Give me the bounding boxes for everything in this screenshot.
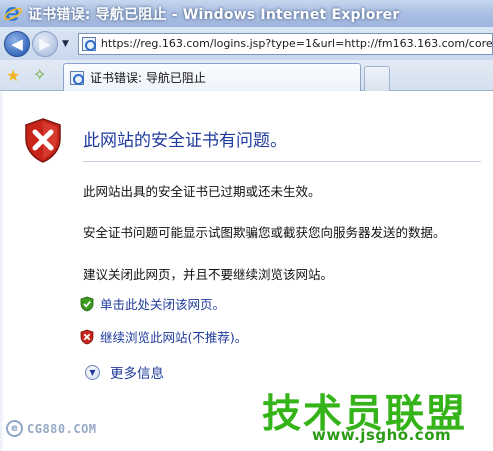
- page-icon: [70, 70, 84, 85]
- close-page-option[interactable]: 单击此处关闭该网页。: [80, 294, 225, 313]
- navigation-bar: ◀ ▶ ▼ https://reg.163.com/logins.jsp?typ…: [0, 27, 493, 60]
- divider: [83, 161, 481, 162]
- more-info-toggle[interactable]: ▼ 更多信息: [85, 362, 164, 382]
- address-url[interactable]: https://reg.163.com/logins.jsp?type=1&ur…: [101, 37, 492, 50]
- ie-logo-icon: [3, 4, 23, 24]
- add-favorites-icon[interactable]: ✧: [33, 65, 46, 84]
- window-title: 证书错误: 导航已阻止 - Windows Internet Explorer: [28, 6, 400, 23]
- red-shield-x-icon: [80, 329, 94, 345]
- back-arrow-icon: ◀: [11, 34, 23, 53]
- tab-certificate-error[interactable]: 证书错误: 导航已阻止: [63, 63, 361, 91]
- new-tab-button[interactable]: [364, 66, 390, 91]
- watermark-left: e CG880.COM: [6, 420, 97, 437]
- continue-option[interactable]: 继续浏览此网站(不推荐)。: [80, 327, 247, 346]
- page-title: 此网站的安全证书有问题。: [83, 131, 287, 151]
- page-icon: [81, 36, 96, 51]
- tab-label: 证书错误: 导航已阻止: [90, 71, 206, 85]
- continue-link[interactable]: 继续浏览此网站(不推荐)。: [100, 327, 247, 346]
- chevron-down-icon: ▼: [85, 364, 100, 380]
- address-bar[interactable]: https://reg.163.com/logins.jsp?type=1&ur…: [77, 32, 493, 55]
- watermark-logo-icon: e: [6, 420, 23, 437]
- recent-pages-dropdown[interactable]: ▼: [62, 39, 69, 49]
- paragraph-expired: 此网站出具的安全证书已过期或还未生效。: [83, 184, 321, 199]
- close-page-link[interactable]: 单击此处关闭该网页。: [100, 294, 225, 313]
- red-shield-x-icon: [22, 117, 64, 164]
- more-info-label: 更多信息: [110, 366, 164, 382]
- paragraph-recommendation: 建议关闭此网页，并且不要继续浏览该网站。: [83, 267, 334, 282]
- watermark-url: www.jsgho.com: [312, 426, 452, 444]
- watermark-left-text: CG880.COM: [27, 421, 97, 436]
- forward-arrow-icon: ▶: [39, 34, 51, 53]
- green-shield-check-icon: [80, 296, 94, 312]
- forward-button[interactable]: ▶: [32, 30, 58, 57]
- window-title-bar[interactable]: 证书错误: 导航已阻止 - Windows Internet Explorer: [0, 0, 493, 27]
- paragraph-risk: 安全证书问题可能显示试图欺骗您或截获您向服务器发送的数据。: [83, 225, 446, 240]
- tab-bar: ★ ✧ 证书错误: 导航已阻止: [0, 60, 493, 91]
- back-button[interactable]: ◀: [4, 30, 30, 57]
- favorites-star-icon[interactable]: ★: [6, 66, 20, 85]
